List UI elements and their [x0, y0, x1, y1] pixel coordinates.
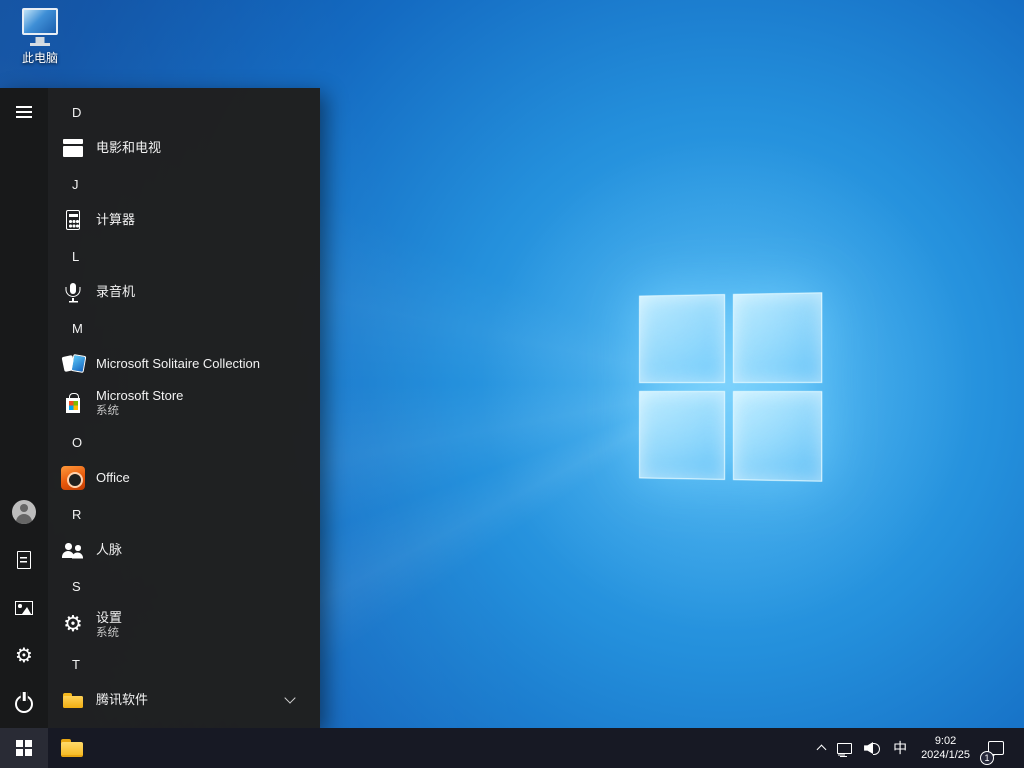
pictures-button[interactable]: [0, 584, 48, 632]
app-sublabel: 系统: [96, 627, 119, 639]
file-explorer-folder-icon: [60, 738, 84, 758]
movies-tv-icon: [60, 135, 86, 161]
this-pc-icon: [19, 8, 61, 46]
section-letter: S: [72, 578, 81, 594]
action-center-button[interactable]: 1: [978, 728, 1016, 768]
start-app-list: D 电影和电视 J 计算器 L 录音机 M Microsoft Solitair…: [48, 88, 320, 728]
file-explorer-button[interactable]: [48, 728, 96, 768]
section-letter: M: [72, 320, 83, 336]
solitaire-icon: [60, 351, 86, 377]
network-icon: [837, 742, 853, 757]
section-letter: D: [72, 104, 82, 120]
app-label: 腾讯软件: [96, 692, 149, 707]
folder-icon: [60, 687, 86, 713]
app-label: 设置: [96, 610, 123, 625]
windows-logo-wallpaper: [639, 292, 823, 482]
clock-date: 2024/1/25: [921, 749, 970, 761]
app-item-movies-tv[interactable]: 电影和电视: [48, 130, 320, 166]
app-item-voice-recorder[interactable]: 录音机: [48, 274, 320, 310]
app-label: 人脉: [96, 542, 123, 557]
section-letter: T: [72, 656, 80, 672]
app-item-people[interactable]: 人脉: [48, 532, 320, 568]
desktop[interactable]: 此电脑 ⚙ D 电影和电视 J 计算器 L 录音机 M Microsoft So…: [0, 0, 1024, 768]
documents-button[interactable]: [0, 536, 48, 584]
logo-pane-bottom-right: [732, 391, 823, 482]
app-section-header-o[interactable]: O: [48, 424, 320, 460]
app-item-tencent-software[interactable]: 腾讯软件: [48, 682, 320, 718]
app-section-header-w[interactable]: W: [48, 718, 320, 728]
notification-badge: 1: [980, 751, 994, 765]
start-menu-expand-button[interactable]: [0, 88, 48, 136]
app-label: 电影和电视: [96, 140, 162, 155]
this-pc-label: 此电脑: [21, 51, 58, 65]
ime-indicator-label: 中: [893, 740, 908, 756]
app-section-header-r[interactable]: R: [48, 496, 320, 532]
network-button[interactable]: [831, 728, 858, 768]
app-section-header-m[interactable]: M: [48, 310, 320, 346]
app-item-calculator[interactable]: 计算器: [48, 202, 320, 238]
app-item-office[interactable]: Office: [48, 460, 320, 496]
settings-gear-icon: [15, 645, 33, 667]
app-item-microsoft-store[interactable]: Microsoft Store 系统: [48, 382, 320, 424]
start-button[interactable]: [0, 728, 48, 768]
power-button[interactable]: [0, 680, 48, 728]
clock-text: 9:02 2024/1/25: [921, 734, 970, 762]
rail-bottom-group: [0, 488, 48, 728]
taskbar: 中 9:02 2024/1/25 1: [0, 728, 1024, 768]
store-icon: [60, 390, 86, 416]
start-menu: D 电影和电视 J 计算器 L 录音机 M Microsoft Solitair…: [0, 88, 320, 728]
system-tray: 中 9:02 2024/1/25 1: [812, 728, 1024, 768]
section-letter: J: [72, 176, 79, 192]
chevron-down-icon: [284, 692, 296, 704]
app-label: 计算器: [96, 212, 136, 227]
app-label: Office: [96, 470, 130, 485]
settings-icon: [60, 612, 86, 638]
app-sublabel: 系统: [96, 405, 119, 417]
app-section-header-t[interactable]: T: [48, 646, 320, 682]
app-section-header-j[interactable]: J: [48, 166, 320, 202]
section-letter: R: [72, 506, 82, 522]
documents-icon: [17, 551, 31, 569]
voice-recorder-icon: [60, 279, 86, 305]
calculator-icon: [60, 207, 86, 233]
speaker-icon: [864, 741, 881, 755]
logo-pane-bottom-left: [639, 390, 726, 480]
user-account-button[interactable]: [0, 488, 48, 536]
desktop-icon-this-pc[interactable]: 此电脑: [8, 8, 72, 66]
app-item-settings[interactable]: 设置 系统: [48, 604, 320, 646]
app-section-header-l[interactable]: L: [48, 238, 320, 274]
people-icon: [60, 537, 86, 563]
chevron-up-icon: [816, 744, 827, 755]
logo-pane-top-left: [639, 294, 726, 384]
clock-time: 9:02: [934, 735, 957, 747]
tray-expand-button[interactable]: [812, 728, 831, 768]
pictures-icon: [15, 601, 33, 615]
app-section-header-d[interactable]: D: [48, 94, 320, 130]
user-avatar-icon: [12, 500, 36, 524]
app-item-solitaire-collection[interactable]: Microsoft Solitaire Collection: [48, 346, 320, 382]
office-icon: [61, 466, 85, 490]
section-letter: L: [72, 248, 80, 264]
ime-indicator-button[interactable]: 中: [887, 728, 913, 768]
app-label: 录音机: [96, 284, 136, 299]
logo-pane-top-right: [732, 292, 823, 383]
section-letter: O: [72, 434, 83, 450]
windows-start-icon: [16, 740, 32, 756]
volume-button[interactable]: [858, 728, 887, 768]
app-label: Microsoft Solitaire Collection: [96, 356, 261, 371]
hamburger-menu-icon: [16, 106, 32, 118]
app-label: Microsoft Store: [96, 388, 184, 403]
start-menu-rail: [0, 88, 48, 728]
app-section-header-s[interactable]: S: [48, 568, 320, 604]
power-icon: [15, 695, 33, 713]
settings-button[interactable]: [0, 632, 48, 680]
clock-button[interactable]: 9:02 2024/1/25: [913, 728, 978, 768]
